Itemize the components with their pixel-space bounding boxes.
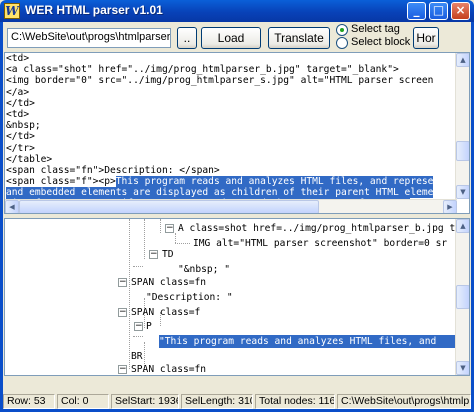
status-bar: Row: 53 Col: 0 SelStart: 1936 SelLength:… [3, 393, 471, 409]
html-source-editor[interactable]: <td> <a class="shot" href="../img/prog_ht… [4, 52, 470, 214]
horizontal-layout-button[interactable]: Hor [413, 27, 439, 49]
tree-node[interactable]: P [146, 320, 152, 333]
scroll-left-arrow-icon[interactable]: ◀ [5, 200, 19, 213]
source-line[interactable]: </tr> [6, 143, 457, 154]
collapse-node-icon[interactable]: − [134, 322, 143, 331]
source-selection: and embedded elements are displayed as c… [6, 187, 434, 199]
radio-unselected-icon [336, 37, 348, 49]
source-line[interactable]: <span class="f"><p>This program reads an… [6, 176, 457, 188]
scroll-thumb[interactable] [456, 285, 469, 309]
source-selection: This program reads and analyzes HTML fil… [115, 176, 434, 188]
tree-node[interactable]: SPAN class=f [131, 306, 200, 319]
source-line-text: &nbsp; [6, 120, 41, 132]
status-sellength: SelLength: 310 [181, 394, 253, 409]
close-button[interactable]: × [451, 2, 470, 20]
app-icon: W [4, 3, 20, 19]
status-selstart: SelStart: 1936 [111, 394, 179, 409]
source-line-text: </tr> [6, 142, 35, 154]
source-line-text: </a> [6, 86, 30, 98]
source-line[interactable]: </table> [6, 154, 457, 165]
select-tag-label: Select tag [351, 23, 400, 35]
collapse-node-icon[interactable]: − [118, 365, 127, 374]
tree-node[interactable]: "&nbsp; " [178, 263, 230, 276]
tree-node[interactable]: A class=shot href=../img/prog_htmlparser… [178, 222, 469, 235]
tree-node[interactable]: TD [162, 248, 174, 261]
tree-node[interactable]: SPAN class=fn [131, 363, 206, 375]
tree-vertical-scrollbar[interactable]: ▲ ▼ [455, 219, 469, 375]
source-line-text: </td> [6, 131, 35, 143]
source-line[interactable]: <td> [6, 109, 457, 120]
source-line-text: <a class="shot" href="../img/prog_htmlpa… [6, 64, 399, 76]
tree-connector [133, 336, 143, 337]
maximize-button[interactable]: □ [429, 2, 448, 20]
source-line-text: <span class="fn">Description: </span> [6, 164, 220, 176]
radio-selected-icon [336, 24, 348, 36]
collapse-node-icon[interactable]: − [118, 278, 127, 287]
source-line[interactable]: <img border="0" src="../img/prog_htmlpar… [6, 75, 457, 86]
source-lines[interactable]: <td> <a class="shot" href="../img/prog_ht… [6, 53, 457, 210]
source-line[interactable]: </td> [6, 98, 457, 109]
source-line[interactable]: and embedded elements are displayed as c… [6, 187, 457, 199]
tree-connector [129, 219, 130, 369]
dom-tree-view[interactable]: − A class=shot href=../img/prog_htmlpars… [4, 218, 470, 376]
window-title: WER HTML parser v1.01 [25, 3, 163, 17]
collapse-node-icon[interactable]: − [118, 308, 127, 317]
title-bar[interactable]: W WER HTML parser v1.01 _ □ × [0, 0, 474, 22]
tree-connector [160, 219, 161, 233]
source-line-text: </table> [6, 153, 53, 165]
selected-tree-node[interactable]: "This program reads and analyzes HTML fi… [159, 335, 457, 348]
source-line-text: <img border="0" src="../img/prog_htmlpar… [6, 75, 434, 87]
tree-connector [144, 219, 145, 259]
scroll-up-arrow-icon[interactable]: ▲ [456, 53, 469, 67]
source-line-text: <span class="f"><p> [6, 176, 116, 188]
source-line[interactable]: <a class="shot" href="../img/prog_htmlpa… [6, 64, 457, 75]
tree-node[interactable]: "Description: " [146, 291, 233, 304]
tree-node[interactable]: IMG alt="HTML parser screenshot" border=… [193, 237, 447, 250]
minimize-button[interactable]: _ [407, 2, 426, 20]
tree-connector [133, 266, 143, 267]
scroll-down-arrow-icon[interactable]: ▼ [456, 185, 469, 199]
horizontal-scroll-thumb[interactable] [19, 200, 319, 213]
tree-area[interactable]: − A class=shot href=../img/prog_htmlpars… [5, 219, 469, 375]
load-button[interactable]: Load [201, 27, 261, 49]
status-col: Col: 0 [57, 394, 109, 409]
tree-connector [175, 243, 190, 244]
scroll-down-arrow-icon[interactable]: ▼ [456, 361, 469, 375]
source-line[interactable]: </a> [6, 87, 457, 98]
status-path: C:\WebSite\out\progs\htmlp [337, 394, 471, 409]
tree-node[interactable]: BR [131, 350, 143, 363]
translate-button[interactable]: Translate [268, 27, 330, 49]
status-total-nodes: Total nodes: 116 [255, 394, 335, 409]
file-path-input[interactable]: C:\WebSite\out\progs\htmlparser.htm [7, 28, 171, 48]
source-vertical-scrollbar[interactable]: ▲ ▼ [455, 53, 469, 199]
scroll-right-arrow-icon[interactable]: ▶ [443, 200, 457, 213]
collapse-node-icon[interactable]: − [149, 250, 158, 259]
status-row: Row: 53 [3, 394, 55, 409]
collapse-node-icon[interactable]: − [165, 224, 174, 233]
tree-node[interactable]: SPAN class=fn [131, 276, 206, 289]
source-line[interactable]: </td> [6, 131, 457, 142]
scroll-thumb[interactable] [456, 141, 469, 161]
source-line[interactable]: &nbsp; [6, 120, 457, 131]
source-line[interactable]: <span class="fn">Description: </span> [6, 165, 457, 176]
source-horizontal-scrollbar[interactable]: ◀ ▶ [5, 199, 457, 213]
source-line[interactable]: <td> [6, 53, 457, 64]
source-line-text: <td> [6, 53, 30, 64]
select-block-label: Select block [351, 36, 411, 48]
scroll-up-arrow-icon[interactable]: ▲ [456, 219, 469, 233]
source-line-text: </td> [6, 97, 35, 109]
browse-button[interactable]: .. [177, 27, 197, 49]
source-line-text: <td> [6, 108, 30, 120]
tree-connector [175, 233, 176, 243]
